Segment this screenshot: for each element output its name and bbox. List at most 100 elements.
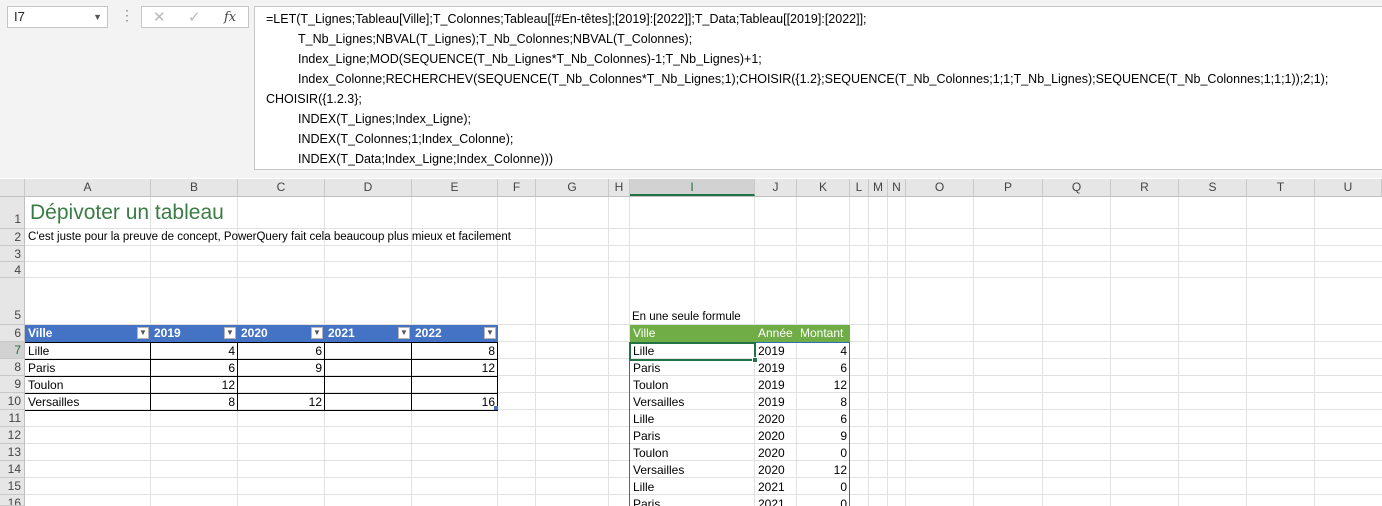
name-box[interactable]: I7 ▼ xyxy=(7,6,108,28)
table-header-ville[interactable]: Ville ▼ xyxy=(25,325,151,342)
column-header-b[interactable]: B xyxy=(151,179,238,196)
table-header-2020[interactable]: 2020 ▼ xyxy=(238,325,325,342)
row-header-5[interactable]: 5 xyxy=(0,278,24,325)
column-header-e[interactable]: E xyxy=(412,179,498,196)
table-cell[interactable]: Toulon xyxy=(25,377,151,393)
header-label: 2019 xyxy=(154,326,181,340)
formula-line: INDEX(T_Data;Index_Ligne;Index_Colonne))… xyxy=(298,152,553,166)
table-border xyxy=(25,410,498,411)
filter-dropdown-icon[interactable]: ▼ xyxy=(224,327,236,339)
column-header-s[interactable]: S xyxy=(1179,179,1247,196)
row-header-16[interactable]: 16 xyxy=(0,495,24,506)
result-header-montant[interactable]: Montant xyxy=(797,325,850,342)
row-header-6[interactable]: 6 xyxy=(0,325,24,342)
formula-line: Index_Ligne;MOD(SEQUENCE(T_Nb_Lignes*T_N… xyxy=(298,52,762,66)
row-header-3[interactable]: 3 xyxy=(0,246,24,262)
table-border xyxy=(150,342,151,411)
table-border xyxy=(324,342,325,411)
result-header-annee[interactable]: Année xyxy=(755,325,797,342)
row-header-10[interactable]: 10 xyxy=(0,393,24,410)
filter-dropdown-icon[interactable]: ▼ xyxy=(484,327,496,339)
column-header-t[interactable]: T xyxy=(1247,179,1315,196)
row-header-1[interactable]: 1 xyxy=(0,197,24,229)
row-header-7[interactable]: 7 xyxy=(0,342,24,359)
table-cell[interactable]: 12 xyxy=(238,394,325,410)
table-cell[interactable]: 8 xyxy=(151,394,238,410)
formula-input[interactable]: =LET(T_Lignes;Tableau[Ville];T_Colonnes;… xyxy=(254,6,1382,170)
table-cell[interactable]: 6 xyxy=(151,360,238,376)
row-header-4[interactable]: 4 xyxy=(0,262,24,278)
table-header-2019[interactable]: 2019 ▼ xyxy=(151,325,238,342)
column-header-f[interactable]: F xyxy=(498,179,536,196)
table-border xyxy=(497,342,498,411)
table-border xyxy=(25,342,498,343)
column-header-o[interactable]: O xyxy=(906,179,974,196)
row-header-13[interactable]: 13 xyxy=(0,444,24,461)
active-cell-selection[interactable] xyxy=(629,342,756,361)
column-header-n[interactable]: N xyxy=(888,179,906,196)
row-header-14[interactable]: 14 xyxy=(0,461,24,478)
fill-handle[interactable] xyxy=(752,357,758,363)
table-header-2021[interactable]: 2021 ▼ xyxy=(325,325,412,342)
table-cell[interactable]: 12 xyxy=(151,377,238,393)
formula-buttons: ✕ ✓ fx xyxy=(141,6,249,28)
filter-dropdown-icon[interactable]: ▼ xyxy=(137,327,149,339)
column-header-i[interactable]: I xyxy=(630,179,755,196)
column-header-d[interactable]: D xyxy=(325,179,412,196)
table-resize-handle[interactable] xyxy=(494,406,498,410)
row-header-8[interactable]: 8 xyxy=(0,359,24,376)
row-headers: 1 2 3 4 5 6 7 8 9 10 11 12 13 14 15 16 xyxy=(0,197,25,506)
column-header-l[interactable]: L xyxy=(850,179,869,196)
column-header-a[interactable]: A xyxy=(25,179,151,196)
header-label: 2020 xyxy=(241,326,268,340)
table-cell[interactable]: 4 xyxy=(151,343,238,359)
formula-line: CHOISIR({1.2.3}; xyxy=(266,92,362,106)
table-cell[interactable]: 8 xyxy=(412,343,498,359)
formula-line: Index_Colonne;RECHERCHEV(SEQUENCE(T_Nb_C… xyxy=(298,72,1329,86)
row-header-12[interactable]: 12 xyxy=(0,427,24,444)
filter-dropdown-icon[interactable]: ▼ xyxy=(311,327,323,339)
table-cell[interactable]: 9 xyxy=(238,360,325,376)
table-cell[interactable]: 16 xyxy=(412,394,498,410)
chevron-down-icon[interactable]: ▼ xyxy=(93,7,102,27)
table-border xyxy=(237,342,238,411)
table-border xyxy=(25,393,498,394)
table-cell[interactable]: Paris xyxy=(25,360,151,376)
header-label: 2021 xyxy=(328,326,355,340)
row-header-2[interactable]: 2 xyxy=(0,229,24,246)
column-header-g[interactable]: G xyxy=(536,179,609,196)
sheet-subtitle[interactable]: C'est juste pour la preuve de concept, P… xyxy=(25,229,514,245)
sheet-title[interactable]: Dépivoter un tableau xyxy=(27,200,227,226)
column-header-m[interactable]: M xyxy=(869,179,888,196)
insert-function-icon[interactable]: fx xyxy=(224,8,236,28)
row-header-9[interactable]: 9 xyxy=(0,376,24,393)
table-cell[interactable]: 12 xyxy=(412,360,498,376)
cancel-icon[interactable]: ✕ xyxy=(153,8,166,28)
column-header-u[interactable]: U xyxy=(1315,179,1382,196)
column-header-h[interactable]: H xyxy=(609,179,630,196)
table-cell[interactable]: Lille xyxy=(25,343,151,359)
row-header-11[interactable]: 11 xyxy=(0,410,24,427)
formula-line: =LET(T_Lignes;Tableau[Ville];T_Colonnes;… xyxy=(266,12,867,26)
header-label: 2022 xyxy=(415,326,442,340)
column-header-k[interactable]: K xyxy=(797,179,850,196)
filter-dropdown-icon[interactable]: ▼ xyxy=(398,327,410,339)
column-header-r[interactable]: R xyxy=(1111,179,1179,196)
row-header-15[interactable]: 15 xyxy=(0,478,24,495)
column-header-p[interactable]: P xyxy=(974,179,1043,196)
table-header-2022[interactable]: 2022 ▼ xyxy=(412,325,498,342)
table-cell[interactable]: Versailles xyxy=(25,394,151,410)
more-options-icon[interactable]: ⋮ xyxy=(120,8,134,22)
table-cell[interactable]: 6 xyxy=(238,343,325,359)
select-all-corner[interactable] xyxy=(0,179,25,196)
table-border xyxy=(25,376,498,377)
confirm-icon[interactable]: ✓ xyxy=(188,8,201,28)
formula-line: INDEX(T_Lignes;Index_Ligne); xyxy=(298,112,472,126)
formula-label[interactable]: En une seule formule xyxy=(629,309,744,325)
formula-line: INDEX(T_Colonnes;1;Index_Colonne); xyxy=(298,132,514,146)
formula-line: T_Nb_Lignes;NBVAL(T_Lignes);T_Nb_Colonne… xyxy=(298,32,693,46)
result-header-ville[interactable]: Ville xyxy=(630,325,755,342)
column-header-j[interactable]: J xyxy=(755,179,797,196)
column-header-c[interactable]: C xyxy=(238,179,325,196)
column-header-q[interactable]: Q xyxy=(1043,179,1111,196)
